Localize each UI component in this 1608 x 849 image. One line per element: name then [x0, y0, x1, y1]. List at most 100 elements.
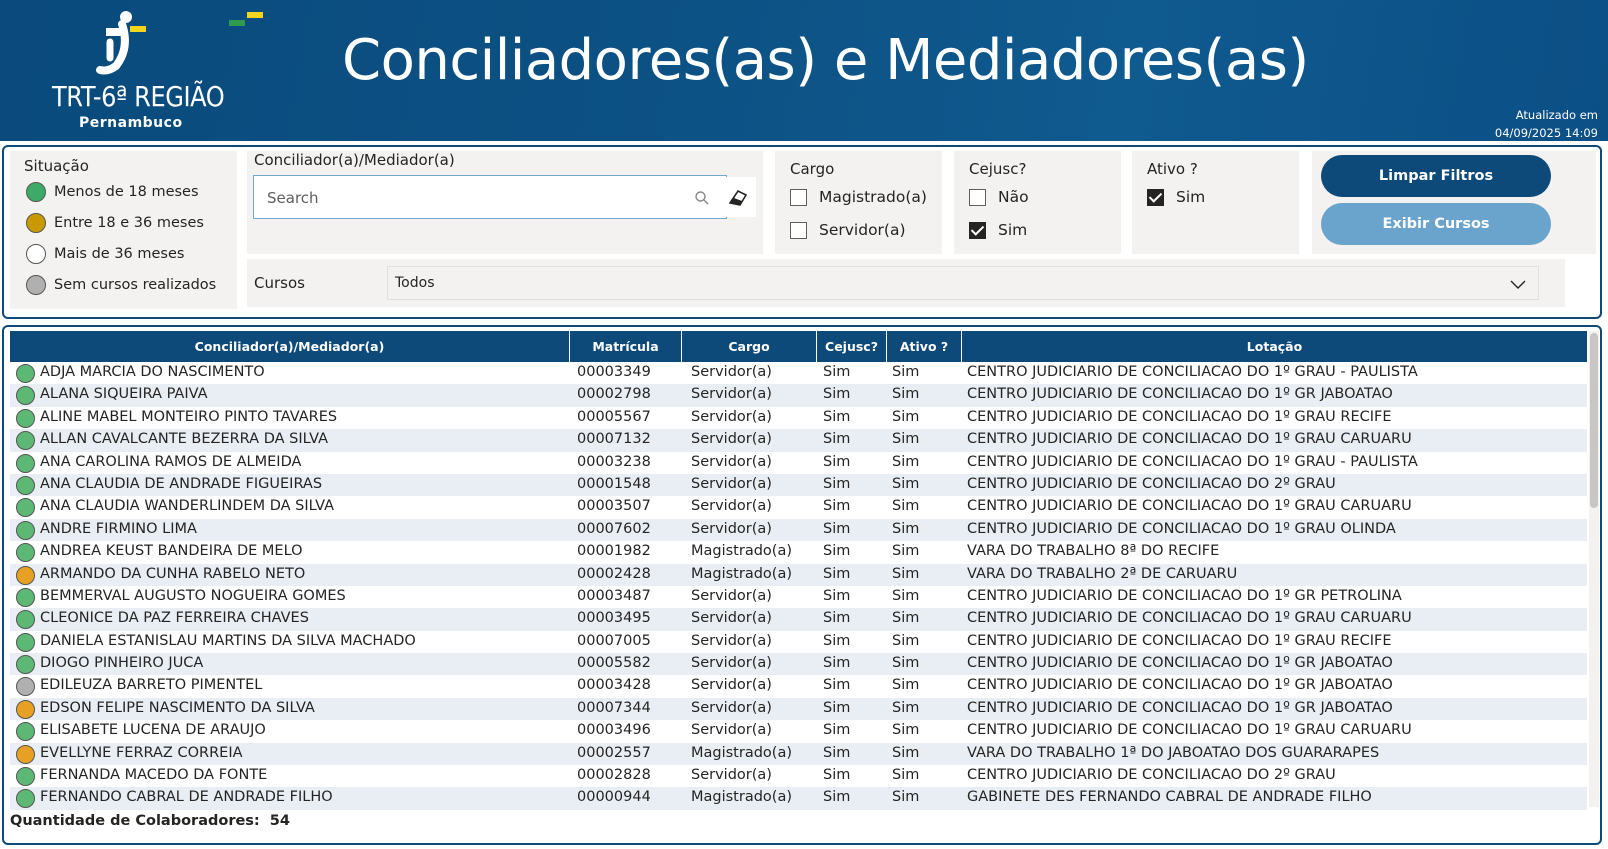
table-row[interactable]: ANA CLAUDIA WANDERLINDEM DA SILVA 0000350…: [10, 496, 1587, 518]
cell-name: ANDREA KEUST BANDEIRA DE MELO: [40, 543, 303, 560]
status-dot-icon: [16, 610, 35, 630]
cell-matricula: 00005582: [577, 655, 651, 672]
status-dot-icon: [16, 655, 35, 675]
cursos-dropdown[interactable]: Todos: [387, 266, 1539, 300]
table-row[interactable]: ADJA MARCIA DO NASCIMENTO 00003349 Servido…: [10, 362, 1587, 384]
clear-search-eraser-icon[interactable]: [716, 177, 756, 217]
table-row[interactable]: EVELLYNE FERRAZ CORREIA 00002557 Magistrad…: [10, 742, 1587, 766]
column-header-cargo[interactable]: Cargo: [682, 331, 817, 362]
search-icon[interactable]: [694, 190, 710, 206]
option-label: Sim: [1176, 188, 1206, 206]
ativo-option-sim[interactable]: Sim: [1147, 188, 1205, 206]
cell-matricula: 00001982: [577, 543, 651, 560]
cell-cejusc: Sim: [823, 431, 851, 448]
column-header-lotacao[interactable]: Lotação: [962, 331, 1587, 362]
table-row[interactable]: ALINE MABEL MONTEIRO PINTO TAVARES 000055…: [10, 407, 1587, 429]
cell-name: EVELLYNE FERRAZ CORREIA: [40, 744, 243, 761]
column-header-name[interactable]: Conciliador(a)/Mediador(a): [10, 331, 570, 362]
table-row[interactable]: EDSON FELIPE NASCIMENTO DA SILVA 00007344…: [10, 697, 1587, 721]
cell-matricula: 00003495: [577, 610, 651, 627]
gray-dot-icon: [26, 275, 46, 295]
cell-ativo: Sim: [892, 744, 920, 761]
org-subtitle: Pernambuco: [79, 115, 183, 131]
cell-lotacao: GABINETE DES FERNANDO CABRAL DE ANDRADE …: [967, 789, 1372, 806]
cell-cargo: Servidor(a): [691, 431, 772, 448]
cejusc-label: Cejusc?: [969, 160, 1027, 178]
cell-cargo: Magistrado(a): [691, 543, 792, 560]
cargo-option-magistrado[interactable]: Magistrado(a): [790, 188, 927, 206]
legend-item-recent: Menos de 18 meses: [26, 180, 199, 204]
status-dot-icon: [16, 587, 35, 607]
table-row[interactable]: DANIELA ESTANISLAU MARTINS DA SILVA MACH…: [10, 631, 1587, 653]
table-row[interactable]: FERNANDA MACEDO DA FONTE 00002828 Servidor…: [10, 765, 1587, 787]
cell-name: ALLAN CAVALCANTE BEZERRA DA SILVA: [40, 431, 329, 448]
legend-label: Entre 18 e 36 meses: [54, 215, 204, 231]
checkbox-checked-icon[interactable]: [969, 221, 986, 239]
gold-dot-icon: [26, 213, 46, 233]
scrollbar-thumb[interactable]: [1590, 333, 1598, 508]
cell-cargo: Servidor(a): [691, 767, 772, 784]
total-value: 54: [269, 813, 290, 829]
table-row[interactable]: FERNANDO CABRAL DE ANDRADE FILHO 00000944…: [10, 787, 1587, 810]
checkbox-icon[interactable]: [969, 188, 986, 206]
cell-name: ANA CLAUDIA WANDERLINDEM DA SILVA: [40, 498, 335, 515]
search-input[interactable]: Search: [253, 175, 727, 219]
situacao-legend: Situação Menos de 18 meses Entre 18 e 36…: [10, 151, 237, 309]
column-header-cejusc[interactable]: Cejusc?: [817, 331, 887, 362]
cell-lotacao: CENTRO JUDICIARIO DE CONCILIACAO DO 1º G…: [967, 453, 1418, 470]
org-name: TRT-6ª REGIÃO: [52, 80, 225, 113]
cell-name: ANA CAROLINA RAMOS DE ALMEIDA: [40, 453, 302, 470]
status-dot-icon: [16, 543, 35, 563]
table-row[interactable]: ARMANDO DA CUNHA RABELO NETO 00002428 Magi…: [10, 563, 1587, 586]
table-row[interactable]: ANA CLAUDIA DE ANDRADE FIGUEIRAS 00001548…: [10, 473, 1587, 497]
chevron-down-icon[interactable]: [1510, 276, 1526, 292]
cell-cargo: Servidor(a): [691, 453, 772, 470]
cell-name: ALINE MABEL MONTEIRO PINTO TAVARES: [40, 408, 338, 425]
cejusc-option-nao[interactable]: Não: [969, 188, 1029, 206]
legend-label: Mais de 36 meses: [54, 246, 185, 262]
table-row[interactable]: EDILEUZA BARRETO PIMENTEL 00003428 Servido…: [10, 675, 1587, 697]
cell-matricula: 00003238: [577, 453, 651, 470]
cell-matricula: 00003349: [577, 364, 651, 380]
cell-lotacao: CENTRO JUDICIARIO DE CONCILIACAO DO 1º G…: [967, 655, 1393, 672]
updated-timestamp: 04/09/2025 14:09: [1494, 126, 1598, 140]
cell-matricula: 00001548: [577, 475, 651, 492]
column-header-matricula[interactable]: Matrícula: [570, 331, 682, 362]
total-label: Quantidade de Colaboradores:: [10, 813, 260, 829]
cell-cargo: Servidor(a): [691, 408, 772, 425]
table-row[interactable]: ANDREA KEUST BANDEIRA DE MELO 00001982 Mag…: [10, 541, 1587, 563]
table-row[interactable]: CLEONICE DA PAZ FERREIRA CHAVES 00003495 S…: [10, 608, 1587, 631]
table-row[interactable]: ALLAN CAVALCANTE BEZERRA DA SILVA 0000713…: [10, 429, 1587, 452]
cejusc-slicer: Cejusc? Não Sim: [954, 151, 1121, 254]
cejusc-option-sim[interactable]: Sim: [969, 221, 1027, 239]
cell-lotacao: CENTRO JUDICIARIO DE CONCILIACAO DO 2º G…: [967, 475, 1336, 492]
table-row[interactable]: ANDRE FIRMINO LIMA 00007602 Servidor(a) Sim…: [10, 518, 1587, 542]
cargo-option-servidor[interactable]: Servidor(a): [790, 221, 906, 239]
cell-name: DIOGO PINHEIRO JUCA: [40, 655, 204, 672]
option-label: Sim: [998, 221, 1028, 239]
table-row[interactable]: ELISABETE LUCENA DE ARAUJO 00003496 Servid…: [10, 720, 1587, 742]
cursos-label: Cursos: [254, 274, 305, 292]
cell-cejusc: Sim: [823, 408, 851, 425]
cell-cargo: Servidor(a): [691, 475, 772, 492]
table-row[interactable]: ALANA SIQUEIRA PAIVA 00002798 Servidor(a) S…: [10, 384, 1587, 407]
status-dot-icon: [16, 408, 35, 428]
column-header-ativo[interactable]: Ativo ?: [887, 331, 962, 362]
cell-ativo: Sim: [892, 722, 920, 739]
cell-cejusc: Sim: [823, 677, 851, 694]
cell-ativo: Sim: [892, 699, 920, 716]
show-courses-button[interactable]: Exibir Cursos: [1321, 203, 1551, 245]
status-dot-icon: [16, 475, 35, 495]
checkbox-icon[interactable]: [790, 188, 807, 206]
cell-cargo: Servidor(a): [691, 386, 772, 403]
cell-ativo: Sim: [892, 408, 920, 425]
table-row[interactable]: ANA CAROLINA RAMOS DE ALMEIDA 00003238 Ser…: [10, 452, 1587, 474]
table-row[interactable]: DIOGO PINHEIRO JUCA 00005582 Servidor(a) Si…: [10, 653, 1587, 676]
cell-ativo: Sim: [892, 789, 920, 806]
cell-cargo: Servidor(a): [691, 364, 772, 380]
vertical-scrollbar[interactable]: [1589, 331, 1599, 807]
clear-filters-button[interactable]: Limpar Filtros: [1321, 155, 1551, 197]
table-row[interactable]: BEMMERVAL AUGUSTO NOGUEIRA GOMES 00003487…: [10, 586, 1587, 608]
checkbox-icon[interactable]: [790, 221, 807, 239]
checkbox-checked-icon[interactable]: [1147, 188, 1164, 206]
